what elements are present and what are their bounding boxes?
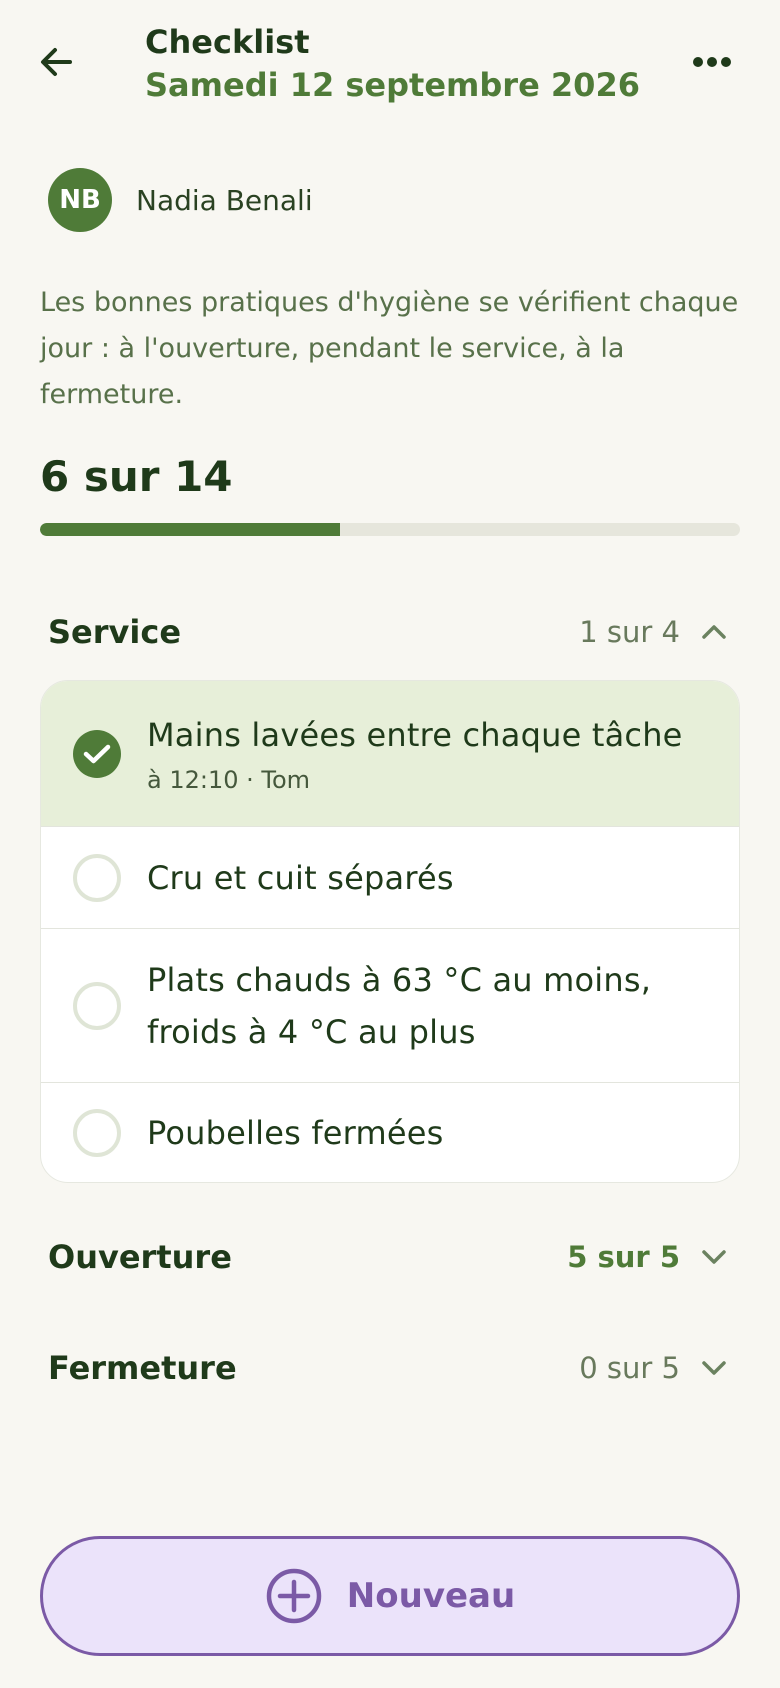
section-header-service[interactable]: Service 1 sur 4	[48, 607, 728, 657]
section-summary: 0 sur 5	[579, 1351, 728, 1385]
task-list: Mains lavées entre chaque tâche à 12:10 …	[40, 680, 740, 1183]
section-count: 1 sur 4	[579, 615, 680, 649]
header: Checklist Samedi 12 septembre 2026	[0, 0, 780, 140]
progress-bar-fill	[40, 523, 340, 536]
checklist-date: Samedi 12 septembre 2026	[145, 66, 640, 104]
assignee-name: Nadia Benali	[136, 183, 313, 217]
section-title: Service	[48, 613, 182, 651]
more-horizontal-icon	[693, 57, 731, 67]
task-label: Poubelles fermées	[147, 1114, 444, 1152]
page-title: Checklist	[145, 23, 310, 61]
checklist-description: Les bonnes pratiques d'hygiène se vérifi…	[40, 287, 739, 410]
section-title: Fermeture	[48, 1349, 237, 1387]
task-text: Cru et cuit séparés	[147, 852, 709, 904]
section-summary: 1 sur 4	[579, 615, 728, 649]
task-text: Poubelles fermées	[147, 1107, 709, 1159]
checkbox-checked[interactable]	[73, 729, 121, 778]
chevron-up-icon	[700, 618, 728, 646]
more-options-button[interactable]	[690, 40, 734, 84]
section-count: 0 sur 5	[579, 1351, 680, 1385]
checkbox-unchecked[interactable]	[73, 853, 121, 902]
new-item-button[interactable]: Nouveau	[40, 1536, 740, 1656]
section-summary: 5 sur 5	[567, 1240, 728, 1274]
new-item-label: Nouveau	[346, 1576, 516, 1616]
section-header-fermeture[interactable]: Fermeture 0 sur 5	[48, 1343, 728, 1393]
task-row[interactable]: Mains lavées entre chaque tâche à 12:10 …	[41, 681, 739, 827]
checklist-screen: Checklist Samedi 12 septembre 2026 NB Na…	[0, 0, 780, 1688]
arrow-left-icon	[41, 48, 72, 76]
plus-circle-icon	[266, 1568, 322, 1624]
task-label: Cru et cuit séparés	[147, 858, 454, 897]
section-count: 5 sur 5	[567, 1240, 680, 1274]
task-row[interactable]: Poubelles fermées	[41, 1083, 739, 1182]
chevron-down-icon	[700, 1243, 728, 1271]
task-label: Mains lavées entre chaque tâche	[147, 716, 683, 754]
section-header-ouverture[interactable]: Ouverture 5 sur 5	[48, 1232, 728, 1282]
task-label: Plats chauds à 63 °C au moins, froids à …	[147, 960, 652, 1051]
task-row[interactable]: Plats chauds à 63 °C au moins, froids à …	[41, 929, 739, 1083]
section-title: Ouverture	[48, 1238, 232, 1276]
header-titles: Checklist Samedi 12 septembre 2026	[145, 22, 640, 106]
checkbox-unchecked[interactable]	[73, 1109, 121, 1157]
back-button[interactable]	[34, 40, 78, 84]
task-text: Plats chauds à 63 °C au moins, froids à …	[147, 954, 709, 1058]
assignee: NB Nadia Benali	[48, 168, 313, 232]
progress-bar	[40, 523, 740, 536]
task-row[interactable]: Cru et cuit séparés	[41, 827, 739, 929]
avatar: NB	[48, 168, 112, 232]
check-icon	[83, 744, 111, 763]
chevron-down-icon	[700, 1354, 728, 1382]
task-meta: à 12:10 · Tom	[147, 766, 311, 794]
progress-label: 6 sur 14	[40, 452, 233, 501]
checkbox-unchecked[interactable]	[73, 981, 121, 1030]
task-text: Mains lavées entre chaque tâche à 12:10 …	[147, 709, 709, 797]
